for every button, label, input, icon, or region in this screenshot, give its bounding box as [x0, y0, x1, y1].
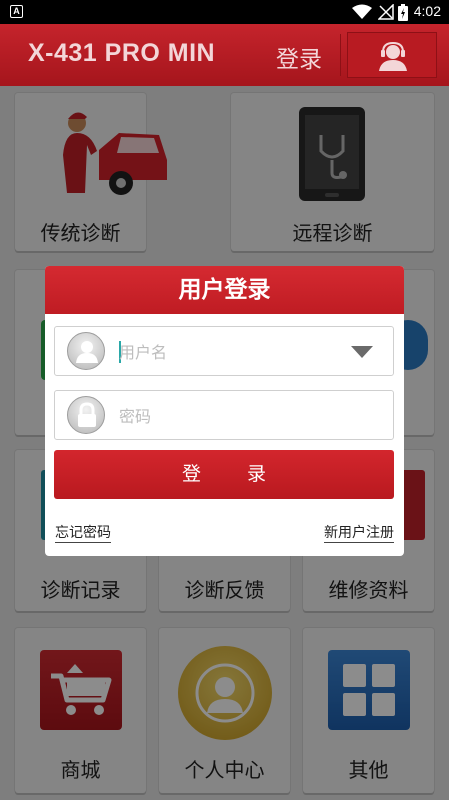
wifi-icon	[352, 4, 372, 19]
app-notification-icon: A	[10, 5, 23, 18]
battery-icon	[398, 4, 408, 21]
login-dialog: 用户登录 登 录 忘记密码 新用户注册	[45, 266, 404, 556]
register-link[interactable]: 新用户注册	[324, 525, 394, 543]
clock: 4:02	[413, 3, 441, 19]
password-field[interactable]	[54, 390, 394, 440]
lock-icon	[67, 396, 105, 434]
chevron-down-icon[interactable]	[351, 346, 373, 358]
user-headset-icon	[379, 41, 407, 71]
forgot-password-link[interactable]: 忘记密码	[55, 525, 111, 543]
dialog-title: 用户登录	[45, 266, 404, 314]
header-divider	[340, 34, 341, 76]
app-header: X-431 PRO MIN 登录	[0, 24, 449, 86]
status-bar: A 4:02	[0, 0, 449, 24]
login-submit-button[interactable]: 登 录	[54, 450, 394, 499]
username-input[interactable]	[119, 339, 339, 365]
header-login-link[interactable]: 登录	[276, 40, 322, 74]
app-title: X-431 PRO MIN	[28, 39, 216, 67]
username-field[interactable]	[54, 326, 394, 376]
user-account-button[interactable]	[347, 32, 437, 78]
signal-icon	[378, 4, 394, 20]
password-input[interactable]	[119, 403, 339, 429]
user-avatar-icon	[67, 332, 105, 370]
